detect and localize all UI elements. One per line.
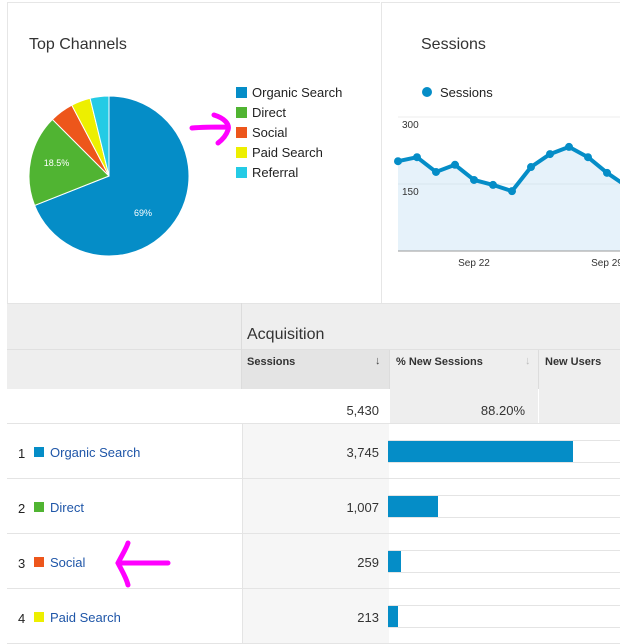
acquisition-group-label: Acquisition <box>247 326 325 343</box>
sessions-point <box>584 153 592 162</box>
sort-desc-icon[interactable]: ↓ <box>375 355 381 367</box>
y-tick-label: 150 <box>402 187 419 198</box>
table-row: 2 Direct 1,007 <box>7 479 620 534</box>
top-channels-title: Top Channels <box>29 36 127 53</box>
channel-color-swatch <box>34 612 44 622</box>
channel-link[interactable]: Paid Search <box>50 610 121 625</box>
pie-data-label: 69% <box>134 208 152 218</box>
sessions-bar-track <box>388 440 620 463</box>
sessions-cell: 259 <box>242 534 389 588</box>
totals-row: 5,430 88.20% <box>7 389 620 424</box>
total-new-users <box>539 389 620 423</box>
sessions-point <box>451 160 459 169</box>
table-row: 4 Paid Search 213 <box>7 589 620 644</box>
legend-swatch <box>236 86 247 98</box>
acquisition-table: Acquisition Sessions ↓ % New Sessions ↓ … <box>7 303 620 644</box>
sessions-point <box>508 187 516 196</box>
legend-item-social[interactable]: Social <box>236 122 342 142</box>
annotation-arrow-left-icon <box>115 540 171 588</box>
channel-link[interactable]: Social <box>50 555 85 570</box>
sessions-value: 259 <box>357 555 379 570</box>
sessions-line-chart: 300 150 Sep 22 Sep 29 <box>394 116 620 269</box>
sessions-point <box>394 157 402 166</box>
row-rank: 1 <box>18 446 26 461</box>
sessions-point <box>432 167 440 176</box>
y-tick-label: 300 <box>402 120 419 131</box>
row-rank: 4 <box>18 611 26 626</box>
channel-color-swatch <box>34 502 44 512</box>
legend-label: Social <box>252 124 288 140</box>
column-header-new-users[interactable]: New Users <box>545 356 601 368</box>
sessions-bar <box>388 606 399 627</box>
sessions-value: 1,007 <box>346 500 379 515</box>
sessions-cell: 213 <box>242 589 389 643</box>
top-channels-pie-chart: 69% 18.5% <box>28 95 190 257</box>
channel-color-swatch <box>34 447 44 457</box>
sessions-point <box>565 142 573 151</box>
sessions-bar-track <box>388 550 620 573</box>
sessions-point <box>546 150 554 159</box>
sessions-cell: 1,007 <box>242 479 389 533</box>
total-pct-new-sessions: 88.20% <box>390 389 538 423</box>
legend-label: Direct <box>252 104 286 120</box>
x-tick-label: Sep 22 <box>458 258 490 269</box>
x-tick-label: Sep 29 <box>591 258 620 269</box>
sessions-legend-label: Sessions <box>440 85 493 100</box>
legend-label: Organic Search <box>252 84 343 100</box>
legend-item-direct[interactable]: Direct <box>236 102 342 122</box>
sessions-value: 213 <box>357 610 379 625</box>
legend-label: Referral <box>252 164 299 180</box>
dashboard-top: Top Channels 69% 18.5% Organic Search Dir… <box>0 0 620 303</box>
sessions-legend-dot-icon <box>422 87 432 97</box>
row-rank: 2 <box>18 501 26 516</box>
sessions-value: 3,745 <box>346 445 379 460</box>
column-header-sessions[interactable]: Sessions <box>247 356 295 368</box>
legend-item-paid-search[interactable]: Paid Search <box>236 142 342 162</box>
table-row: 1 Organic Search 3,745 <box>7 424 620 479</box>
legend-label: Paid Search <box>252 144 323 160</box>
channel-link[interactable]: Direct <box>50 500 84 515</box>
pie-data-label: 18.5% <box>44 158 70 168</box>
annotation-arrow-right-icon <box>189 112 231 146</box>
column-header-pct-new-sessions[interactable]: % New Sessions <box>396 356 483 368</box>
sessions-bar-track <box>388 605 620 628</box>
channel-color-swatch <box>34 557 44 567</box>
sessions-card: Sessions Sessions 300 150 Sep 22 Sep 29 <box>381 2 620 303</box>
channel-link[interactable]: Organic Search <box>50 445 140 460</box>
sessions-bar <box>388 551 401 572</box>
sort-icon[interactable]: ↓ <box>525 355 531 367</box>
sessions-point <box>527 163 535 172</box>
sessions-point <box>413 153 421 162</box>
row-rank: 3 <box>18 556 26 571</box>
pie-legend: Organic Search Direct Social Paid Search… <box>236 82 342 182</box>
sessions-point <box>470 175 478 184</box>
sessions-point <box>489 180 497 189</box>
legend-swatch <box>236 166 247 178</box>
legend-item-referral[interactable]: Referral <box>236 162 342 182</box>
sessions-bar-track <box>388 495 620 518</box>
total-sessions: 5,430 <box>242 389 389 423</box>
sessions-bar <box>388 441 573 462</box>
sessions-title: Sessions <box>421 36 486 53</box>
table-row: 3 Social 259 <box>7 534 620 589</box>
sessions-cell: 3,745 <box>242 424 389 478</box>
sessions-point <box>603 168 611 177</box>
legend-item-organic-search[interactable]: Organic Search <box>236 82 342 102</box>
sessions-bar <box>388 496 438 517</box>
top-channels-card: Top Channels 69% 18.5% Organic Search Dir… <box>7 2 380 303</box>
